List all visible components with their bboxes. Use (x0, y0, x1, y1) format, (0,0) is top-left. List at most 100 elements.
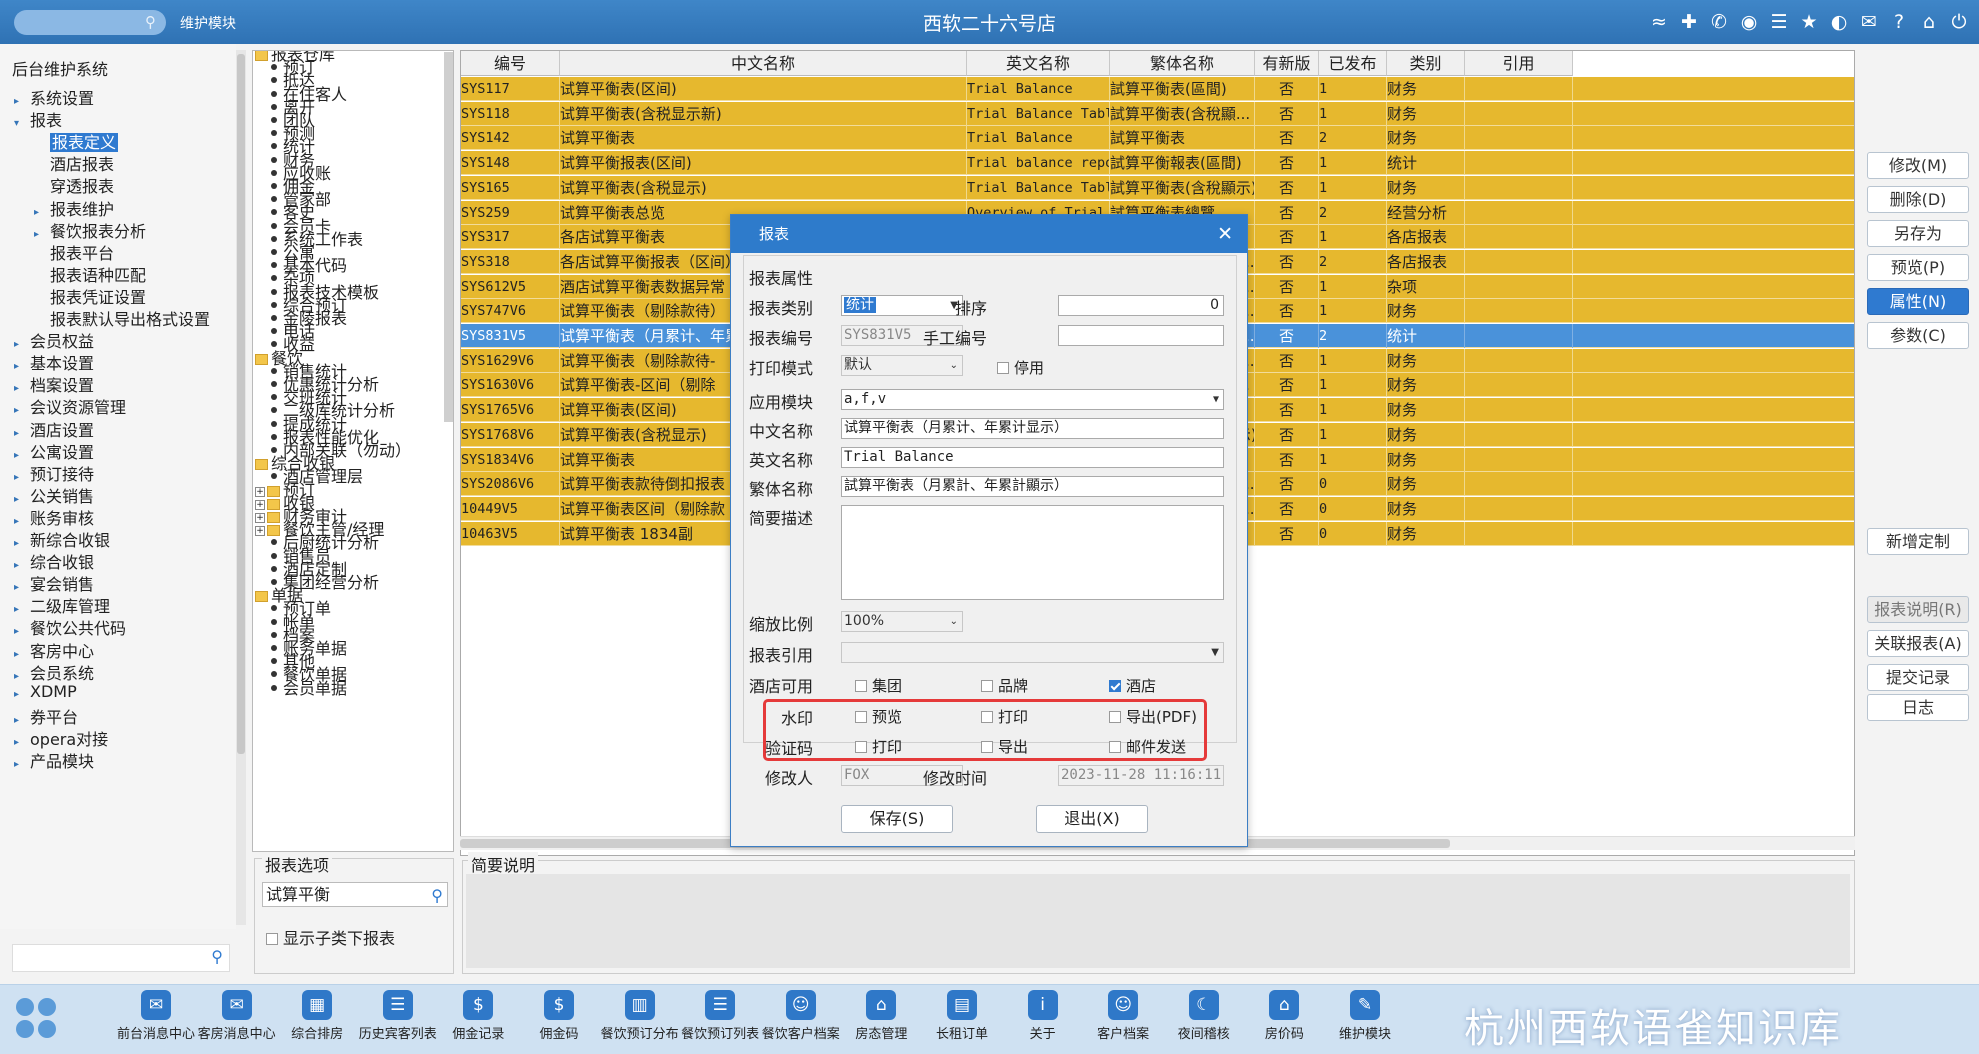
action-button[interactable]: 提交记录 (1867, 664, 1969, 691)
cap-print-checkbox[interactable]: 打印 (855, 736, 902, 757)
phone-icon[interactable]: ✆ (1707, 10, 1731, 34)
nav-item[interactable]: ▸ 系统设置 (14, 85, 94, 109)
mail-icon[interactable]: ✉ (1857, 10, 1881, 34)
action-button[interactable]: 预览(P) (1867, 254, 1969, 281)
nav-search-input[interactable]: ⚲ (12, 944, 230, 972)
nav-item[interactable]: 报表平台 (50, 240, 114, 264)
taskbar-item[interactable]: i 关于 (1003, 990, 1083, 1042)
brief-desc-area[interactable] (466, 874, 1850, 968)
action-button[interactable]: 关联报表(A) (1867, 630, 1969, 657)
nav-item[interactable]: 穿透报表 (50, 173, 114, 197)
theme-icon[interactable]: ◐ (1827, 10, 1851, 34)
nav-item[interactable]: ▸ 会员权益 (14, 328, 94, 352)
tw-name-input[interactable]: 試算平衡表（月累計、年累計顯示） (841, 476, 1224, 497)
nav-item[interactable]: ▸ 新综合收银 (14, 527, 110, 551)
taskbar-item[interactable]: $ 佣金码 (519, 990, 599, 1042)
manual-code-input[interactable] (1058, 325, 1224, 346)
checkbox[interactable] (981, 741, 993, 753)
home-icon[interactable]: ⌂ (1917, 10, 1941, 34)
checkbox-checked[interactable] (1109, 680, 1121, 692)
taskbar-item[interactable]: ☺ 餐饮客户档案 (761, 990, 841, 1042)
nav-item[interactable]: ▸ 预订接待 (14, 461, 94, 485)
grid-header[interactable]: 中文名称 (560, 51, 967, 76)
close-icon[interactable]: ✕ (1217, 215, 1233, 253)
taskbar-item[interactable]: ▦ 综合排房 (277, 990, 357, 1042)
table-row[interactable]: SYS118试算平衡表(含税显示新)Trial Balance Tabl...試… (461, 101, 1854, 126)
nav-item[interactable]: ▾ 报表 (14, 107, 62, 131)
nav-item[interactable]: ▸ 券平台 (14, 704, 78, 728)
app-module-select[interactable]: a,f,v ▼ (841, 389, 1224, 410)
nav-item[interactable]: ▸ XDMP (14, 682, 77, 701)
include-sub-checkbox[interactable]: 显示子类下报表 (266, 925, 395, 949)
taskbar-item[interactable]: ☰ 餐饮预订列表 (680, 990, 760, 1042)
action-button[interactable]: 删除(D) (1867, 186, 1969, 213)
left-scrollbar[interactable] (236, 50, 246, 925)
tools-icon[interactable]: ✚ (1677, 10, 1701, 34)
desc-textarea[interactable] (841, 505, 1224, 600)
nav-item[interactable]: ▸ 会议资源管理 (14, 394, 126, 418)
tree-node[interactable]: 会员单据 (271, 680, 347, 697)
taskbar-item[interactable]: ☾ 夜间稽核 (1164, 990, 1244, 1042)
wm-print-checkbox[interactable]: 打印 (981, 706, 1028, 727)
table-row[interactable]: SYS165试算平衡表(含税显示)Trial Balance Tabl...試算… (461, 175, 1854, 200)
action-button[interactable]: 日志 (1867, 694, 1969, 721)
menu-icon[interactable]: ☰ (1767, 10, 1791, 34)
en-name-input[interactable]: Trial Balance (841, 447, 1224, 468)
checkbox[interactable] (855, 680, 867, 692)
grid-header[interactable]: 英文名称 (967, 51, 1110, 76)
checkbox[interactable] (1109, 741, 1121, 753)
checkbox[interactable] (997, 362, 1009, 374)
nav-item[interactable]: ▸ opera对接 (14, 726, 108, 750)
nav-item[interactable]: 报表语种匹配 (50, 262, 146, 286)
action-button[interactable]: 属性(N) (1867, 288, 1969, 315)
taskbar-item[interactable]: ▤ 长租订单 (922, 990, 1002, 1042)
cap-mail-checkbox[interactable]: 邮件发送 (1109, 736, 1186, 757)
expand-icon[interactable]: + (255, 526, 265, 537)
grid-header[interactable]: 编号 (461, 51, 560, 76)
action-button[interactable]: 报表说明(R) (1867, 596, 1969, 623)
disable-checkbox[interactable]: 停用 (997, 357, 1044, 378)
nav-item[interactable]: ▸ 基本设置 (14, 350, 94, 374)
taskbar-item[interactable]: ✎ 维护模块 (1325, 990, 1405, 1042)
checkbox[interactable] (981, 680, 993, 692)
table-row[interactable]: SYS142 试算平衡表 Trial Balance 試算平衡表否 2 财务 (461, 126, 1854, 151)
nav-item[interactable]: ▸ 会员系统 (14, 660, 94, 684)
checkbox[interactable] (855, 711, 867, 723)
grid-header[interactable]: 繁体名称 (1110, 51, 1255, 76)
taskbar-item[interactable]: ▥ 餐饮预订分布 (600, 990, 680, 1042)
action-button[interactable]: 修改(M) (1867, 152, 1969, 179)
order-input[interactable]: 0 (1058, 295, 1224, 316)
zoom-select[interactable]: 100% ⌄ (841, 611, 963, 632)
palette-icon[interactable]: ◉ (1737, 10, 1761, 34)
taskbar-item[interactable]: ☰ 历史宾客列表 (358, 990, 438, 1042)
nav-item[interactable]: ▸ 公寓设置 (14, 439, 94, 463)
grid-header[interactable]: 类别 (1387, 51, 1465, 76)
taskbar-item[interactable]: ⌂ 房态管理 (841, 990, 921, 1042)
exit-button[interactable]: 退出(X) (1036, 805, 1148, 833)
wm-export-checkbox[interactable]: 导出(PDF) (1109, 706, 1197, 727)
cn-name-input[interactable]: 试算平衡表（月累计、年累计显示） (841, 418, 1224, 439)
ref-select[interactable]: ▼ (841, 642, 1224, 663)
nav-item[interactable]: ▸ 宴会销售 (14, 571, 94, 595)
start-icon[interactable] (14, 996, 60, 1042)
nav-item[interactable]: ▸ 餐饮公共代码 (14, 615, 126, 639)
nav-item[interactable]: ▸ 客房中心 (14, 638, 94, 662)
nav-item[interactable]: ▸ 二级库管理 (14, 593, 110, 617)
print-mode-select[interactable]: 默认 ⌄ (841, 355, 963, 376)
taskbar-item[interactable]: ⌂ 房价码 (1244, 990, 1324, 1042)
nav-item[interactable]: ▸ 餐饮报表分析 (34, 218, 146, 242)
nav-item[interactable]: 报表默认导出格式设置 (50, 306, 210, 330)
report-search-input[interactable]: 试算平衡 ⚲ (262, 882, 448, 907)
checkbox[interactable] (266, 933, 278, 945)
action-button[interactable]: 新增定制 (1867, 528, 1969, 555)
taskbar-item[interactable]: ☺ 客户档案 (1083, 990, 1163, 1042)
save-button[interactable]: 保存(S) (841, 805, 953, 833)
action-button[interactable]: 参数(C) (1867, 322, 1969, 349)
nav-item[interactable]: ▸ 酒店设置 (14, 417, 94, 441)
nav-item[interactable]: 酒店报表 (50, 151, 114, 175)
taskbar-item[interactable]: $ 佣金记录 (438, 990, 518, 1042)
grid-header[interactable]: 引用 (1465, 51, 1573, 76)
help-icon[interactable]: ? (1887, 10, 1911, 34)
avail-brand-checkbox[interactable]: 品牌 (981, 675, 1028, 696)
tree-scrollbar[interactable] (444, 52, 453, 422)
